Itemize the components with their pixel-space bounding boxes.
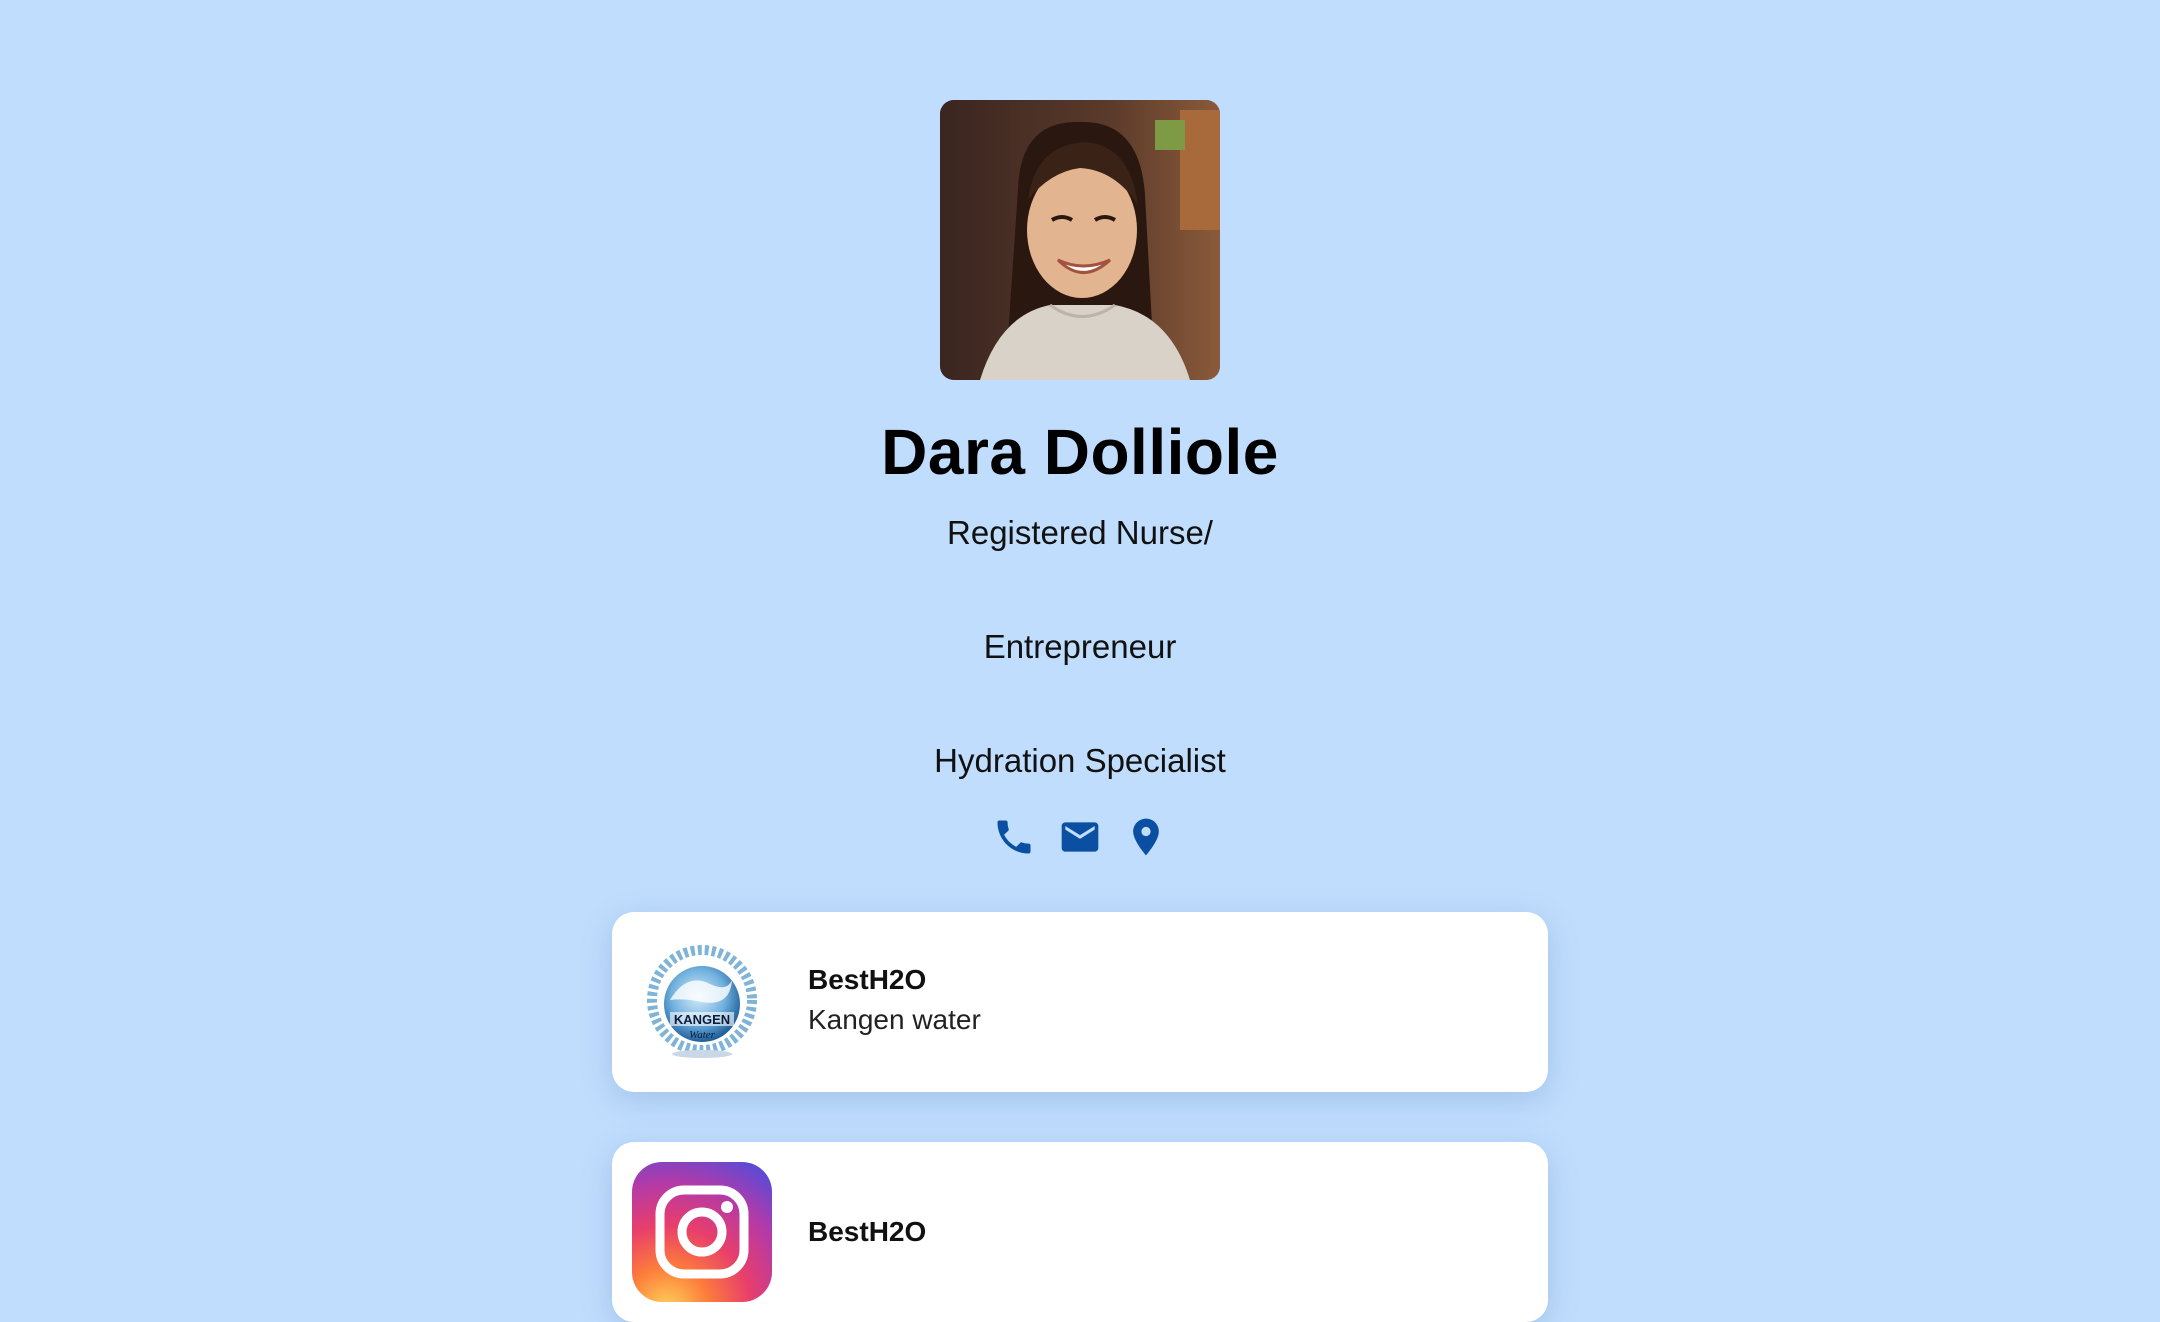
profile-name: Dara Dolliole [881, 416, 1279, 488]
svg-text:KANGEN: KANGEN [674, 1012, 730, 1027]
phone-button[interactable] [990, 813, 1038, 861]
email-icon [1061, 822, 1099, 852]
location-button[interactable] [1122, 813, 1170, 861]
contact-actions [990, 812, 1170, 862]
instagram-icon [632, 1162, 772, 1302]
profile-title-line: Hydration Specialist [934, 742, 1226, 779]
svg-text:Water: Water [689, 1029, 716, 1041]
link-card-instagram[interactable]: BestH2O [612, 1142, 1548, 1322]
link-card-kangen[interactable]: KANGEN Water BestH2O Kangen water [612, 912, 1548, 1092]
profile-title-line: Entrepreneur [983, 628, 1177, 665]
avatar [940, 100, 1220, 380]
link-title: BestH2O [808, 964, 927, 995]
location-icon [1133, 818, 1159, 856]
profile-page: Dara Dolliole Registered Nurse/ Entrepre… [0, 0, 2160, 1322]
link-subtitle: Kangen water [808, 1004, 981, 1035]
phone-icon [997, 820, 1031, 854]
kangen-water-logo: KANGEN Water [632, 932, 772, 1072]
email-button[interactable] [1056, 813, 1104, 861]
link-title: BestH2O [808, 1216, 927, 1247]
profile-title-line: Registered Nurse/ [947, 514, 1213, 551]
